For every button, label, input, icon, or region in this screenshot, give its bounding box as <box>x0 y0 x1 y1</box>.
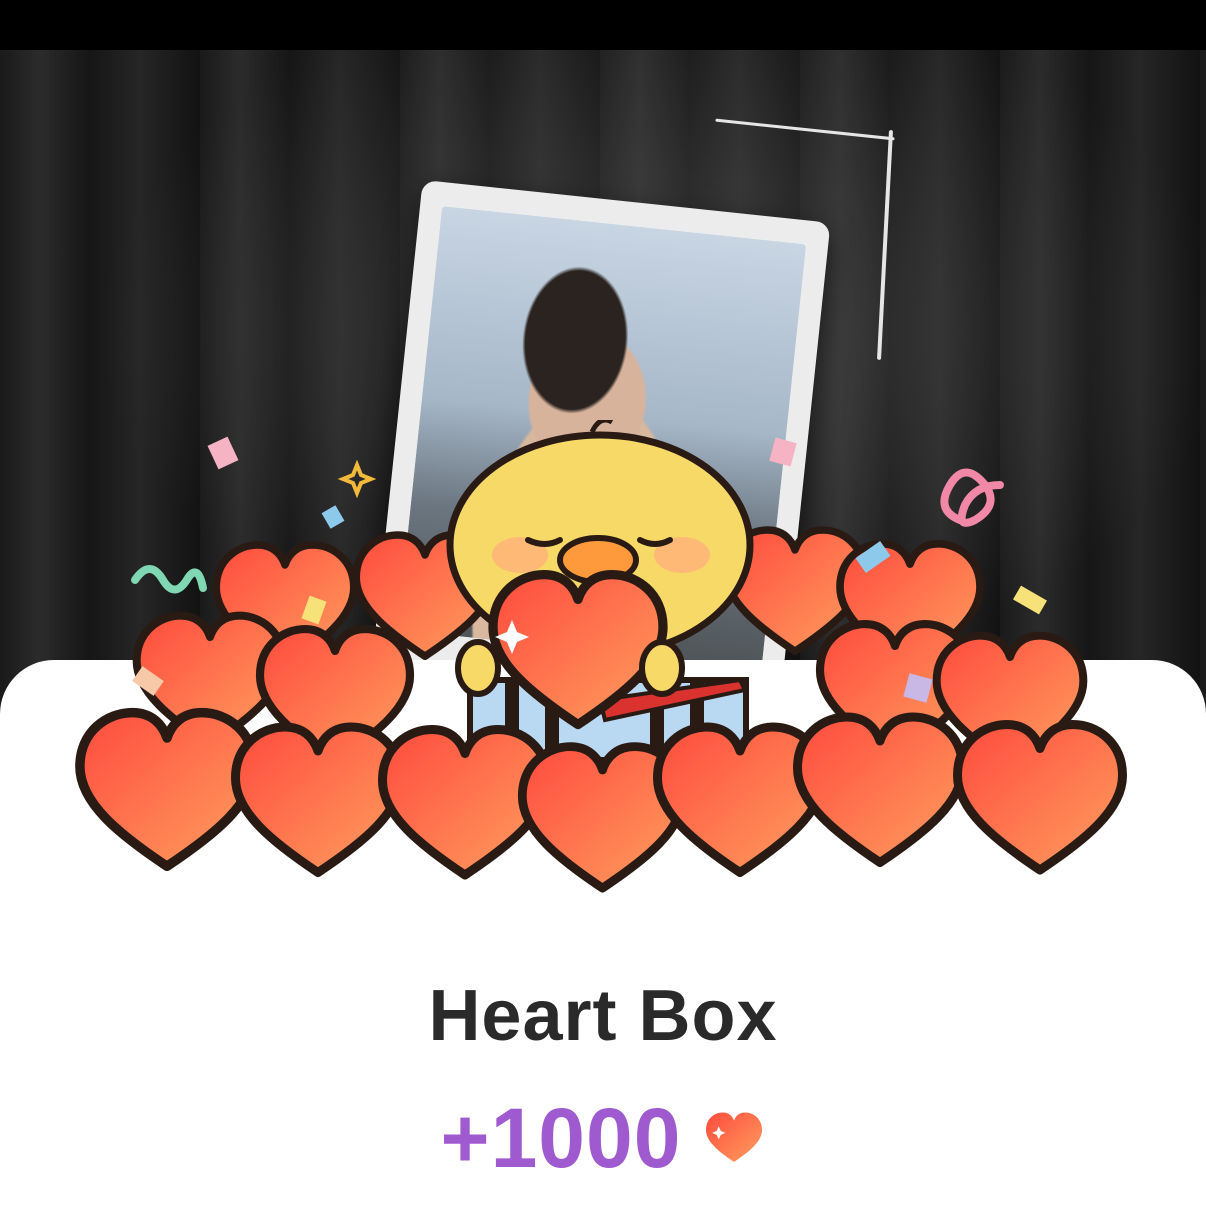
sparkle-line <box>876 130 894 360</box>
status-bar <box>0 0 1206 50</box>
page-title: Heart Box <box>428 976 778 1056</box>
chick-character <box>446 420 754 763</box>
heart-icon <box>798 717 963 863</box>
heart-icon <box>236 727 401 873</box>
heart-icon <box>706 1112 763 1162</box>
sparkle-line <box>715 118 895 141</box>
reward-row: +1000 <box>0 1090 1206 1187</box>
heart-icon <box>958 725 1123 871</box>
heart-box-illustration <box>0 420 1206 920</box>
heart-icon <box>80 713 254 867</box>
reward-amount: +1000 <box>440 1091 682 1185</box>
